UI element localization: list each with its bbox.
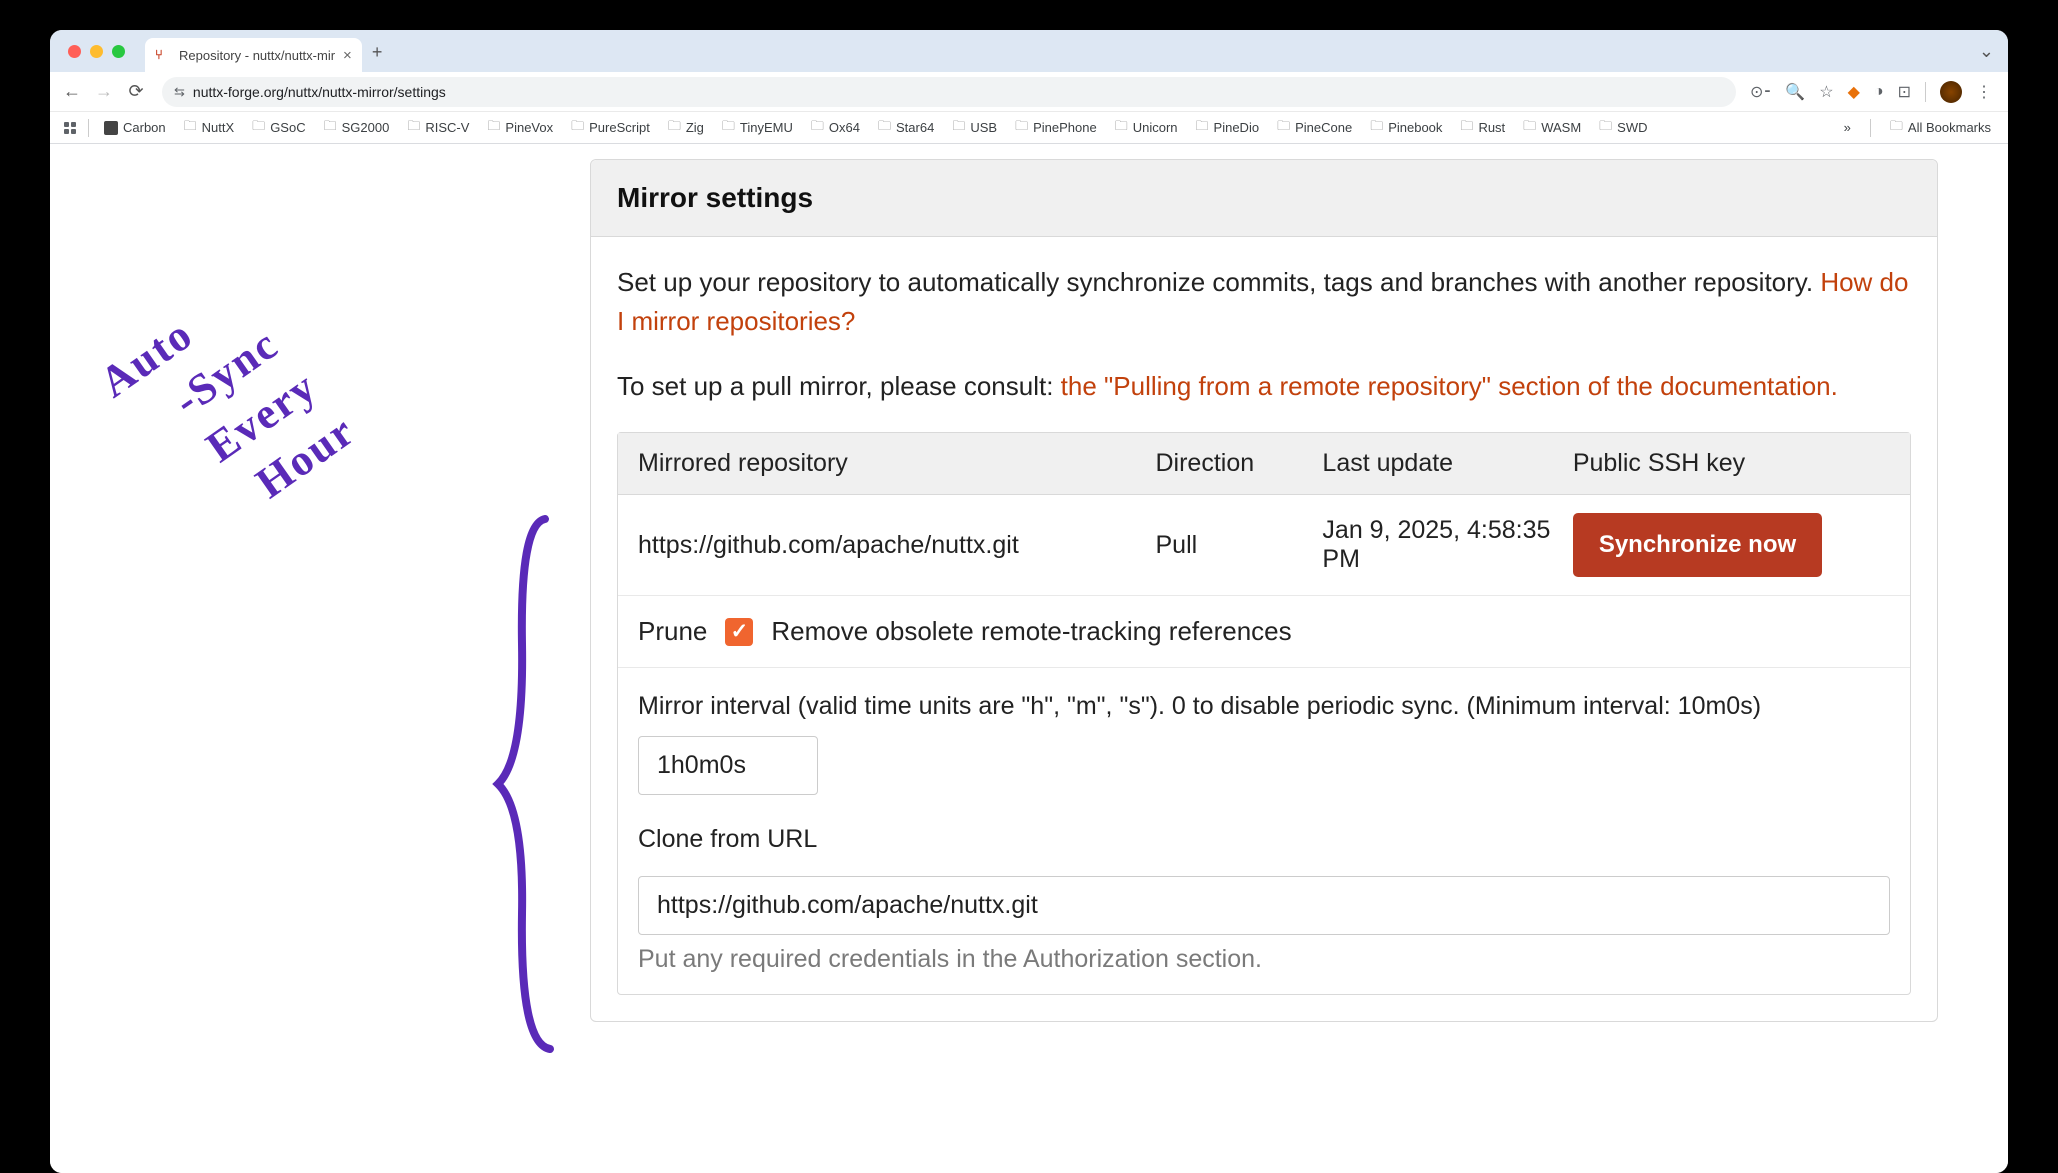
description-2: To set up a pull mirror, please consult:… [617,367,1911,406]
password-icon[interactable]: ⊙⁃ [1750,82,1771,102]
bookmarks-overflow-button[interactable]: » [1837,116,1858,139]
close-tab-button[interactable]: × [343,47,352,64]
bookmark-pinecone[interactable]: 🗀PineCone [1270,113,1359,143]
all-bookmarks-button[interactable]: 🗀All Bookmarks [1883,113,1998,143]
bookmark-separator [88,119,89,137]
page-content: Auto -Sync Every Hour Mirror settings Se… [50,144,2008,1173]
bookmark-ox64[interactable]: 🗀Ox64 [804,113,867,143]
bookmark-riscv[interactable]: 🗀RISC-V [400,113,476,143]
clone-url-label: Clone from URL [638,821,1890,857]
cell-repo-url: https://github.com/apache/nuttx.git [638,531,1155,560]
mirror-interval-input[interactable] [638,736,818,795]
zoom-icon[interactable]: 🔍 [1785,82,1805,102]
table-row: https://github.com/apache/nuttx.git Pull… [618,495,1910,596]
window-controls [62,45,145,58]
synchronize-now-button[interactable]: Synchronize now [1573,513,1822,577]
close-window-button[interactable] [68,45,81,58]
extension-indicator-icon[interactable]: ◆ [1848,82,1860,102]
forward-button[interactable]: → [92,81,116,102]
interval-label: Mirror interval (valid time units are "h… [638,688,1890,724]
tab-favicon: ⑂ [155,47,171,63]
description-1: Set up your repository to automatically … [617,263,1911,341]
reload-button[interactable]: ⟳ [124,81,148,102]
pull-mirror-docs-link[interactable]: the "Pulling from a remote repository" s… [1061,371,1838,401]
minimize-window-button[interactable] [90,45,103,58]
apps-icon[interactable] [60,118,80,138]
brace-annotation [490,514,560,1054]
url-text: nuttx-forge.org/nuttx/nuttx-mirror/setti… [193,84,446,100]
panel-header: Mirror settings [591,160,1937,237]
bookmark-rust[interactable]: 🗀Rust [1453,113,1512,143]
bookmark-nuttx[interactable]: 🗀NuttX [177,113,242,143]
bookmark-pinedio[interactable]: 🗀PineDio [1189,113,1267,143]
col-ssh-key: Public SSH key [1573,449,1890,478]
panel-title: Mirror settings [617,182,1911,214]
maximize-window-button[interactable] [112,45,125,58]
prune-label: Prune [638,616,707,647]
bookmark-star-icon[interactable]: ☆ [1819,82,1833,102]
cell-last-update: Jan 9, 2025, 4:58:35 PM [1322,516,1572,574]
bookmark-wasm[interactable]: 🗀WASM [1516,113,1588,143]
address-bar[interactable]: ⇆ nuttx-forge.org/nuttx/nuttx-mirror/set… [162,77,1736,107]
site-info-icon[interactable]: ⇆ [174,84,185,100]
menu-icon[interactable]: ⋮ [1976,82,1992,102]
bookmark-zig[interactable]: 🗀Zig [661,113,711,143]
bookmark-tinyemu[interactable]: 🗀TinyEMU [715,113,800,143]
bookmark-gsoc[interactable]: 🗀GSoC [245,113,312,143]
bookmark-pinevox[interactable]: 🗀PineVox [480,113,560,143]
prune-checkbox[interactable]: ✓ [725,618,753,646]
mirror-settings-panel: Mirror settings Set up your repository t… [590,159,1938,1022]
toolbar-divider [1925,82,1926,102]
table-header: Mirrored repository Direction Last updat… [618,433,1910,495]
panel-body: Set up your repository to automatically … [591,237,1937,1021]
bookmark-swd[interactable]: 🗀SWD [1592,113,1654,143]
bookmark-unicorn[interactable]: 🗀Unicorn [1108,113,1185,143]
clone-url-hint: Put any required credentials in the Auth… [638,945,1890,974]
browser-tab[interactable]: ⑂ Repository - nuttx/nuttx-mir × [145,38,362,72]
extension-refresh-icon[interactable]: ◑ [1874,83,1884,101]
col-repo: Mirrored repository [638,449,1155,478]
browser-toolbar: ← → ⟳ ⇆ nuttx-forge.org/nuttx/nuttx-mirr… [50,72,2008,112]
bookmark-star64[interactable]: 🗀Star64 [871,113,941,143]
bookmark-sg2000[interactable]: 🗀SG2000 [317,113,397,143]
prune-description: Remove obsolete remote-tracking referenc… [771,616,1291,647]
profile-avatar[interactable] [1940,81,1962,103]
interval-section: Mirror interval (valid time units are "h… [618,668,1910,994]
bookmark-pinephone[interactable]: 🗀PinePhone [1008,113,1104,143]
clone-url-input[interactable] [638,876,1890,935]
prune-row: Prune ✓ Remove obsolete remote-tracking … [618,596,1910,668]
bookmark-separator-right [1870,119,1871,137]
browser-window: ⑂ Repository - nuttx/nuttx-mir × + ⌄ ← →… [50,30,2008,1173]
col-direction: Direction [1155,449,1322,478]
bookmark-pinebook[interactable]: 🗀Pinebook [1363,113,1449,143]
mirrors-table: Mirrored repository Direction Last updat… [617,432,1911,995]
bookmark-carbon[interactable]: Carbon [97,116,173,139]
bookmark-purescript[interactable]: 🗀PureScript [564,113,657,143]
tabs-dropdown-button[interactable]: ⌄ [1979,41,1994,62]
extensions-icon[interactable]: ⊡ [1898,82,1911,102]
new-tab-button[interactable]: + [372,42,383,63]
bookmark-usb[interactable]: 🗀USB [945,113,1004,143]
bookmarks-bar: Carbon 🗀NuttX 🗀GSoC 🗀SG2000 🗀RISC-V 🗀Pin… [50,112,2008,144]
tab-strip: ⑂ Repository - nuttx/nuttx-mir × + ⌄ [50,30,2008,72]
col-last-update: Last update [1322,449,1572,478]
back-button[interactable]: ← [60,81,84,102]
cell-direction: Pull [1155,531,1322,560]
tab-title: Repository - nuttx/nuttx-mir [179,48,335,63]
toolbar-right: ⊙⁃ 🔍 ☆ ◆ ◑ ⊡ ⋮ [1750,81,1998,103]
